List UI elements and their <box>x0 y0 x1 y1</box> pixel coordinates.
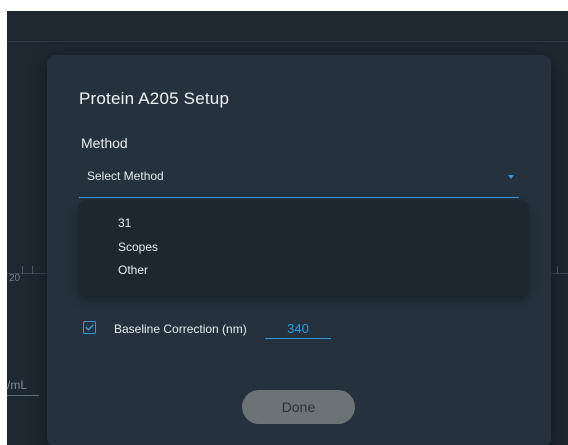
axis-tick <box>557 266 558 274</box>
method-label: Method <box>81 135 128 151</box>
baseline-wavelength-input[interactable] <box>265 318 331 339</box>
method-option-31[interactable]: 31 <box>118 216 131 230</box>
top-divider <box>7 41 568 42</box>
method-select[interactable]: Select Method <box>79 159 519 198</box>
baseline-correction-checkbox[interactable] <box>83 321 96 334</box>
done-button[interactable]: Done <box>242 390 355 424</box>
method-dropdown-menu: 31 Scopes Other <box>78 200 529 296</box>
axis-tick <box>32 266 33 274</box>
method-option-scopes[interactable]: Scopes <box>118 240 158 254</box>
method-select-value: Select Method <box>87 169 164 183</box>
app-background: 20 /mL Protein A205 Setup Method Select … <box>7 11 568 445</box>
axis-tick-label: 20 <box>9 273 21 284</box>
protein-setup-dialog: Protein A205 Setup Method Select Method … <box>47 55 551 445</box>
dialog-title: Protein A205 Setup <box>79 89 230 108</box>
unit-label: /mL <box>7 378 28 392</box>
unit-underline <box>7 395 39 396</box>
method-option-other[interactable]: Other <box>118 263 148 277</box>
baseline-correction-label: Baseline Correction (nm) <box>114 322 247 336</box>
axis-tick <box>22 266 23 274</box>
checkmark-icon <box>85 324 94 331</box>
chevron-down-icon <box>508 175 514 179</box>
